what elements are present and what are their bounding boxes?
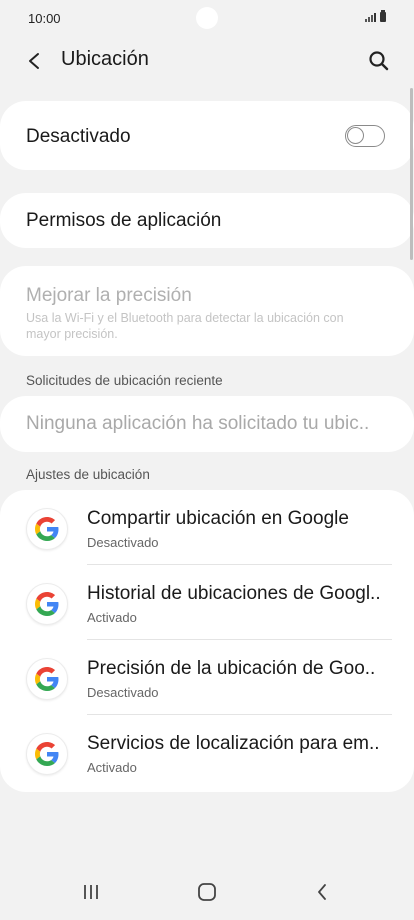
improve-accuracy-card[interactable]: Mejorar la precisión Usa la Wi-Fi y el B… [0,266,414,356]
search-button[interactable] [364,46,394,76]
google-icon [26,508,68,550]
list-item-status: Activado [87,610,137,625]
home-button[interactable] [187,874,227,910]
list-item-status: Desactivado [87,535,159,550]
recent-apps-button[interactable] [71,874,111,910]
improve-accuracy-description: Usa la Wi-Fi y el Bluetooth para detecta… [26,311,344,341]
improve-accuracy-title: Mejorar la precisión [26,285,192,306]
list-item-status: Desactivado [87,685,159,700]
back-chevron-icon [318,884,326,900]
list-item-google-location-sharing[interactable]: Compartir ubicación en Google Desactivad… [0,490,414,565]
status-bar: 10:00 [0,0,414,36]
status-icons [365,10,386,22]
app-permissions-card[interactable]: Permisos de aplicación [0,193,414,248]
location-settings-card: Compartir ubicación en Google Desactivad… [0,490,414,792]
location-settings-header: Ajustes de ubicación [26,467,150,482]
list-item-status: Activado [87,760,137,775]
recent-requests-empty-text: Ninguna aplicación ha solicitado tu ubic… [26,413,370,434]
home-icon [198,883,216,901]
app-permissions-label: Permisos de aplicación [26,210,222,231]
recent-apps-icon [84,885,98,899]
location-toggle-switch[interactable] [345,125,385,147]
page-title: Ubicación [61,48,149,70]
google-icon [26,583,68,625]
back-arrow-icon [29,53,39,69]
back-button[interactable] [20,46,50,76]
status-time: 10:00 [28,11,61,26]
navigation-bar [0,864,414,920]
toggle-knob [347,127,364,144]
list-item-emergency-location-services[interactable]: Servicios de localización para em.. Acti… [0,715,414,790]
search-icon [369,51,389,71]
list-item-google-location-accuracy[interactable]: Precisión de la ubicación de Goo.. Desac… [0,640,414,715]
google-icon [26,733,68,775]
list-item-google-location-history[interactable]: Historial de ubicaciones de Googl.. Acti… [0,565,414,640]
recent-requests-header: Solicitudes de ubicación reciente [26,373,223,388]
app-bar: Ubicación [0,40,414,80]
list-item-title: Compartir ubicación en Google [87,508,349,529]
recent-requests-card: Ninguna aplicación ha solicitado tu ubic… [0,396,414,452]
list-item-title: Historial de ubicaciones de Googl.. [87,583,381,604]
list-item-title: Servicios de localización para em.. [87,733,380,754]
location-master-toggle-card[interactable]: Desactivado [0,101,414,170]
camera-cutout [196,7,218,29]
google-icon [26,658,68,700]
scrollbar[interactable] [410,88,413,260]
back-nav-button[interactable] [302,874,342,910]
location-status-label: Desactivado [26,126,131,147]
list-item-title: Precisión de la ubicación de Goo.. [87,658,376,679]
signal-icon [365,12,376,22]
battery-icon [380,10,386,22]
